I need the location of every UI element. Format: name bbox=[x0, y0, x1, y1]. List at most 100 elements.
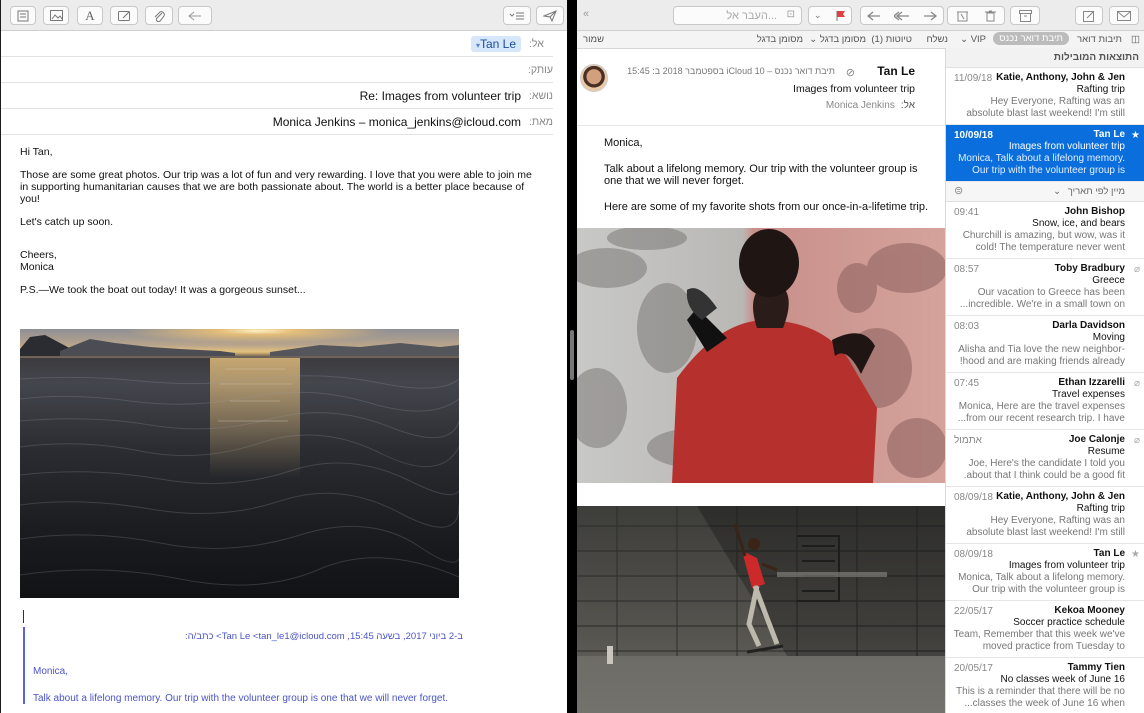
list-item-subject: Images from volunteer trip bbox=[1008, 141, 1125, 152]
list-format-icon bbox=[509, 12, 524, 20]
move-to-field[interactable]: העבר אל... ⊡ bbox=[673, 6, 802, 25]
sender-avatar bbox=[580, 64, 608, 92]
subject-field[interactable]: נושא: Re: Images from volunteer trip bbox=[1, 83, 553, 109]
list-item-preview: Alisha and Tia love the new neighbor­hoo… bbox=[958, 344, 1125, 367]
list-item[interactable]: Katie, Anthony, John & Jen 11/09/18 Raftin… bbox=[946, 68, 1144, 125]
sidebar-toggle-icon[interactable]: ◫ bbox=[1131, 34, 1140, 45]
list-item-flag-icon: ★ bbox=[1131, 130, 1140, 141]
sender-name: Tan Le bbox=[877, 64, 915, 78]
reply-group bbox=[860, 6, 944, 25]
get-mail-button[interactable] bbox=[1109, 6, 1139, 25]
man-scene bbox=[577, 228, 945, 483]
compose-button[interactable] bbox=[1075, 6, 1103, 25]
to-label: אל: bbox=[529, 37, 544, 50]
list-item-date: 07:45 bbox=[954, 378, 980, 389]
divider-handle[interactable] bbox=[570, 330, 574, 380]
format-button[interactable]: A bbox=[77, 6, 103, 25]
sunset-scene bbox=[20, 329, 459, 586]
recipient-name[interactable]: Monica Jenkins bbox=[826, 100, 895, 111]
message-header: Tan Le ⊘ תיבת דואר נכנס – iCloud 10 בספט… bbox=[577, 50, 945, 126]
flag-button[interactable]: ⌄ bbox=[808, 6, 852, 25]
fav-save[interactable]: שמור bbox=[583, 34, 604, 45]
skate-scene bbox=[577, 506, 945, 713]
list-icon bbox=[17, 10, 29, 21]
message-meta: תיבת דואר נכנס – iCloud 10 בספטמבר 2018 … bbox=[627, 66, 835, 76]
reply-icon bbox=[188, 11, 201, 20]
message-paragraph-1: Talk about a lifelong memory. Our trip w… bbox=[604, 162, 918, 188]
fav-inbox[interactable]: תיבת דואר נכנס bbox=[993, 32, 1069, 45]
trash-icon[interactable] bbox=[984, 10, 996, 22]
list-item[interactable]: Tan Le 10/09/18 Images from volunteer trip… bbox=[946, 125, 1144, 182]
expand-sidebar-icon[interactable]: « bbox=[583, 8, 589, 20]
send-button[interactable] bbox=[536, 6, 564, 25]
message-subject: Images from volunteer trip bbox=[793, 83, 915, 95]
list-item-flag-icon: ⌀ bbox=[1133, 435, 1140, 446]
move-to-placeholder: העבר אל... bbox=[726, 9, 777, 22]
list-item-date: 09:41 bbox=[954, 207, 980, 218]
forward-icon[interactable] bbox=[923, 10, 937, 21]
list-item[interactable]: Ethan Izzarelli 07:45 Travel expenses Monic… bbox=[946, 373, 1144, 430]
list-item-subject: Snow, ice, and bears bbox=[1032, 218, 1125, 229]
reply-all-icon[interactable] bbox=[893, 10, 910, 21]
archive-button[interactable] bbox=[1010, 6, 1040, 25]
format-menu-button[interactable] bbox=[503, 6, 531, 25]
sort-bar[interactable]: מיין לפי תאריך ⌄ ⊜ bbox=[946, 182, 1144, 202]
list-item-preview: Hey Everyone, Rafting was an absolute bl… bbox=[966, 96, 1125, 119]
body-ps: P.S.—We took the boat out today! It was … bbox=[20, 284, 306, 296]
list-item-date: 08:57 bbox=[954, 264, 980, 275]
list-item[interactable]: Tammy Tien 20/05/17 No classes week of Jun… bbox=[946, 658, 1144, 713]
list-item-date: אתמול bbox=[954, 435, 982, 446]
text-cursor bbox=[23, 610, 24, 623]
to-field[interactable]: אל: ▾Tan Le bbox=[1, 31, 553, 57]
recipient-token[interactable]: ▾Tan Le bbox=[470, 35, 521, 52]
list-item[interactable]: Katie, Anthony, John & Jen 08/09/18 Raftin… bbox=[946, 487, 1144, 544]
list-item-date: 22/05/17 bbox=[954, 606, 993, 617]
fav-vip[interactable]: VIP ⌄ bbox=[960, 34, 986, 45]
list-item[interactable]: John Bishop 09:41 Snow, ice, and bears Chur… bbox=[946, 202, 1144, 259]
delete-group bbox=[947, 6, 1005, 25]
chevron-down-icon: ⌄ bbox=[809, 34, 818, 45]
fav-sent[interactable]: נשלח bbox=[926, 34, 948, 45]
reply-icon[interactable] bbox=[867, 10, 881, 21]
body-greeting: Hi Tan, bbox=[20, 146, 53, 158]
to-label: אל: bbox=[900, 100, 915, 111]
compose-body[interactable]: Hi Tan, Those are some great photos. Our… bbox=[20, 146, 540, 307]
compose-window: A אל: ▾Tan Le עותק: נושא: Re: Images fro… bbox=[1, 0, 567, 713]
markup-button[interactable] bbox=[110, 6, 138, 25]
list-item-date: 11/09/18 bbox=[954, 73, 993, 84]
cc-label: עותק: bbox=[528, 63, 553, 76]
fav-flagged-a[interactable]: מסומן בדגל ⌄ bbox=[809, 34, 866, 45]
fav-mailboxes[interactable]: תיבות דואר bbox=[1077, 34, 1122, 45]
top-results-label: התוצאות המובילות bbox=[1053, 52, 1139, 63]
header-fields-button[interactable] bbox=[10, 6, 36, 25]
list-item-date: 10/09/18 bbox=[954, 130, 993, 141]
chevron-down-icon: ⌄ bbox=[814, 10, 822, 20]
split-divider[interactable] bbox=[567, 0, 577, 713]
attach-button[interactable] bbox=[145, 6, 173, 25]
body-catch-up: Let's catch up soon. bbox=[20, 216, 114, 228]
list-item-preview: Our vacation to Greece has been incredib… bbox=[959, 287, 1125, 310]
list-item[interactable]: Darla Davidson 08:03 Moving Alisha and Tia … bbox=[946, 316, 1144, 373]
list-item-flag-icon: ⌀ bbox=[1133, 264, 1140, 275]
list-item-preview: Monica, Talk about a lifelong memory. Ou… bbox=[958, 572, 1125, 595]
list-item[interactable]: Kekoa Mooney 22/05/17 Soccer practice sche… bbox=[946, 601, 1144, 658]
message-paragraph-2: Here are some of my favorite shots from … bbox=[604, 200, 929, 213]
attachment-photo-skateboarder bbox=[577, 506, 945, 713]
list-item[interactable]: Tan Le 08/09/18 Images from volunteer trip… bbox=[946, 544, 1144, 601]
cc-field[interactable]: עותק: bbox=[1, 57, 553, 83]
compose-toolbar: A bbox=[1, 0, 567, 31]
list-item[interactable]: Joe Calonje אתמול Resume Joe, Here's the ca… bbox=[946, 430, 1144, 487]
junk-icon[interactable] bbox=[956, 10, 968, 22]
sunset-photo bbox=[20, 329, 459, 598]
fav-flagged-b[interactable]: מסומן בדגל bbox=[757, 34, 803, 45]
paperclip-icon bbox=[154, 11, 165, 22]
from-field[interactable]: מאת: Monica Jenkins – monica_jenkins@icl… bbox=[1, 109, 553, 135]
reply-button[interactable] bbox=[178, 6, 212, 25]
flag-icon bbox=[836, 11, 845, 21]
fav-drafts[interactable]: טיוטות (1) bbox=[871, 34, 912, 45]
quote-line-1: Monica, bbox=[33, 666, 69, 677]
filter-icon[interactable]: ⊜ bbox=[954, 184, 963, 197]
list-item[interactable]: Toby Bradbury 08:57 Greece Our vacation to … bbox=[946, 259, 1144, 316]
font-icon: A bbox=[85, 7, 95, 23]
photo-browser-button[interactable] bbox=[43, 6, 69, 25]
